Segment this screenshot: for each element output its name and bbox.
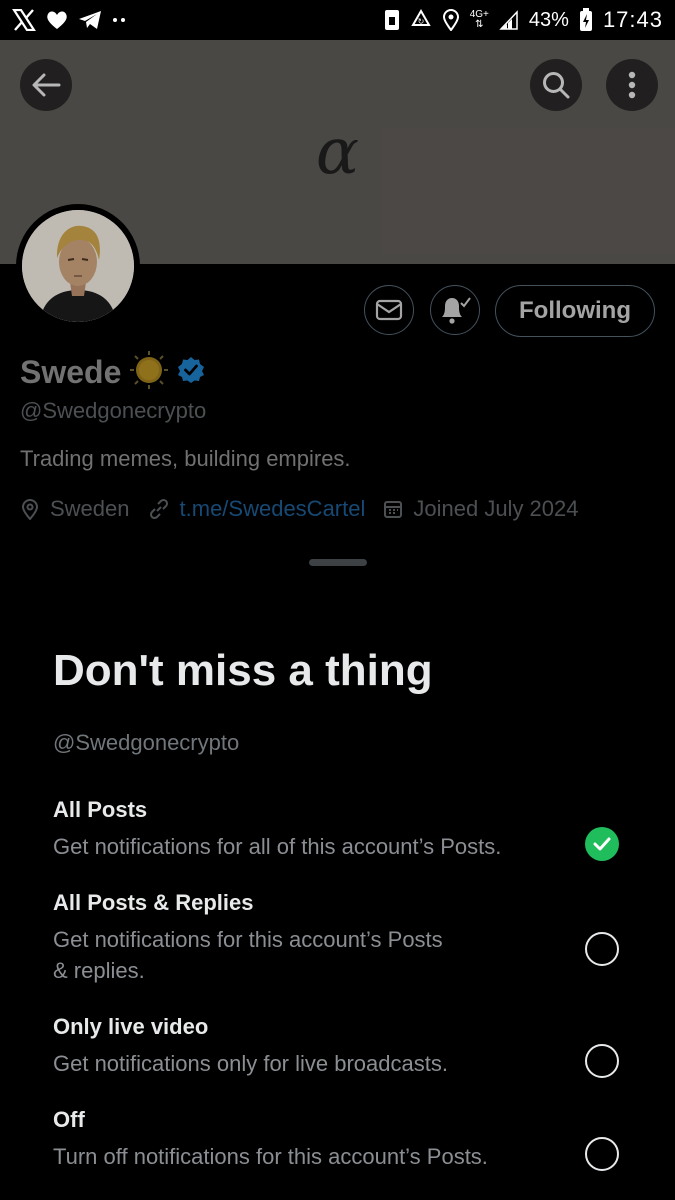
location-item: Sweden [20, 496, 130, 522]
radio-selected[interactable] [585, 827, 619, 861]
option-all-posts[interactable]: All Posts Get notifications for all of t… [53, 797, 633, 862]
checkmark-icon [593, 837, 611, 851]
more-options-button[interactable] [606, 59, 658, 111]
storage-icon [384, 9, 400, 31]
location-text: Sweden [50, 496, 130, 521]
website-item[interactable]: t.me/SwedesCartel [148, 496, 366, 522]
banner-logo: α [315, 115, 360, 189]
option-description: Turn off notifications for this account’… [53, 1144, 488, 1169]
calendar-icon [384, 501, 403, 518]
battery-icon [579, 8, 593, 32]
svg-text:↻: ↻ [417, 17, 424, 26]
option-only-live-video[interactable]: Only live video Get notifications only f… [53, 1014, 633, 1079]
option-title: All Posts [53, 797, 148, 822]
location-pin-icon [21, 499, 39, 520]
joined-text: Joined July 2024 [413, 496, 579, 521]
coin-emoji-icon [129, 350, 169, 395]
following-button[interactable]: Following [495, 285, 655, 337]
search-icon [543, 72, 570, 99]
profile-meta: Sweden t.me/SwedesCartel Joined July 202… [20, 496, 587, 522]
option-title: Off [53, 1107, 85, 1132]
arrow-left-icon [32, 73, 61, 97]
telegram-icon [78, 10, 102, 30]
more-dots-icon [112, 16, 128, 24]
vertical-dots-icon [628, 71, 636, 99]
network-type-icon: 4G+ ⇅ [469, 9, 489, 30]
clock: 17:43 [602, 7, 663, 32]
radio-unselected[interactable] [585, 1137, 619, 1171]
notifications-button[interactable] [430, 285, 480, 335]
sheet-grabber[interactable] [309, 559, 367, 566]
radio-unselected[interactable] [585, 1044, 619, 1078]
name-row: Swede [20, 350, 205, 395]
joined-item: Joined July 2024 [383, 496, 579, 522]
back-button[interactable] [20, 59, 72, 111]
battery-percent: 43% [528, 8, 569, 31]
heart-icon [46, 10, 68, 30]
avatar[interactable] [16, 204, 140, 328]
status-bar: ↻ 4G+ ⇅ 43% 17:43 [0, 0, 675, 40]
notification-sheet: Don't miss a thing @Swedgonecrypto All P… [0, 542, 675, 1200]
link-icon [149, 498, 168, 520]
bell-check-icon [442, 297, 471, 324]
verified-badge-icon[interactable] [177, 356, 205, 389]
option-description: Get notifications for all of this accoun… [53, 834, 502, 859]
avatar-image [22, 210, 134, 322]
option-description: Get notifications for this account’s Pos… [53, 927, 443, 983]
option-off[interactable]: Off Turn off notifications for this acco… [53, 1107, 633, 1172]
x-logo-icon [12, 9, 36, 31]
website-link[interactable]: t.me/SwedesCartel [180, 496, 366, 522]
location-icon [442, 9, 460, 31]
message-button[interactable] [364, 285, 414, 335]
signal-icon [499, 10, 519, 30]
profile-handle: @Swedgonecrypto [20, 398, 207, 423]
option-title: Only live video [53, 1014, 209, 1039]
display-name: Swede [20, 354, 122, 390]
recycle-icon: ↻ [410, 9, 432, 31]
option-description: Get notifications only for live broadcas… [53, 1051, 448, 1076]
envelope-icon [375, 299, 403, 321]
option-all-posts-replies[interactable]: All Posts & Replies Get notifications fo… [53, 890, 633, 986]
sheet-title: Don't miss a thing [53, 646, 433, 695]
sheet-handle: @Swedgonecrypto [53, 730, 240, 755]
profile-bio: Trading memes, building empires. [20, 446, 351, 471]
radio-unselected[interactable] [585, 932, 619, 966]
option-title: All Posts & Replies [53, 890, 254, 915]
search-button[interactable] [530, 59, 582, 111]
